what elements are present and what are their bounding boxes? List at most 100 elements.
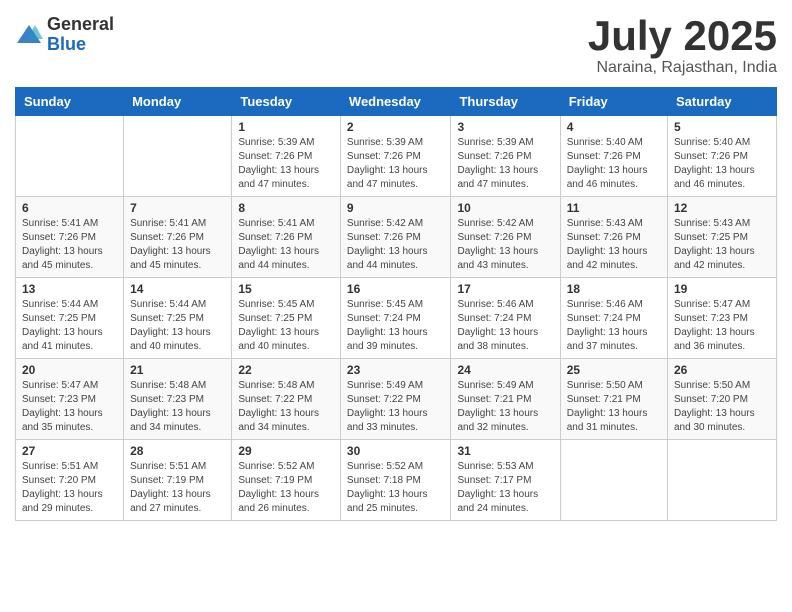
- day-info: Sunrise: 5:41 AMSunset: 7:26 PMDaylight:…: [238, 217, 334, 273]
- day-info: Sunrise: 5:52 AMSunset: 7:18 PMDaylight:…: [347, 460, 445, 516]
- day-number: 29: [238, 444, 334, 458]
- col-friday: Friday: [560, 88, 667, 116]
- day-info: Sunrise: 5:45 AMSunset: 7:25 PMDaylight:…: [238, 298, 334, 354]
- table-row: [124, 116, 232, 197]
- day-info: Sunrise: 5:42 AMSunset: 7:26 PMDaylight:…: [347, 217, 445, 273]
- day-number: 16: [347, 282, 445, 296]
- calendar-week-row: 27 Sunrise: 5:51 AMSunset: 7:20 PMDayligh…: [16, 440, 777, 521]
- table-row: 11 Sunrise: 5:43 AMSunset: 7:26 PMDayligh…: [560, 197, 667, 278]
- day-info: Sunrise: 5:50 AMSunset: 7:21 PMDaylight:…: [567, 379, 661, 435]
- calendar-week-row: 6 Sunrise: 5:41 AMSunset: 7:26 PMDaylight…: [16, 197, 777, 278]
- day-number: 6: [22, 201, 117, 215]
- day-info: Sunrise: 5:51 AMSunset: 7:20 PMDaylight:…: [22, 460, 117, 516]
- day-number: 17: [457, 282, 553, 296]
- month-title: July 2025: [588, 15, 777, 57]
- day-info: Sunrise: 5:53 AMSunset: 7:17 PMDaylight:…: [457, 460, 553, 516]
- day-info: Sunrise: 5:42 AMSunset: 7:26 PMDaylight:…: [457, 217, 553, 273]
- table-row: 2Sunrise: 5:39 AMSunset: 7:26 PMDaylight…: [340, 116, 451, 197]
- table-row: 27 Sunrise: 5:51 AMSunset: 7:20 PMDayligh…: [16, 440, 124, 521]
- day-info: Sunrise: 5:44 AMSunset: 7:25 PMDaylight:…: [22, 298, 117, 354]
- day-number: 11: [567, 201, 661, 215]
- day-number: 21: [130, 363, 225, 377]
- day-number: 14: [130, 282, 225, 296]
- table-row: 13 Sunrise: 5:44 AMSunset: 7:25 PMDayligh…: [16, 278, 124, 359]
- day-info: Sunrise: 5:44 AMSunset: 7:25 PMDaylight:…: [130, 298, 225, 354]
- logo: General Blue: [15, 15, 114, 55]
- table-row: 25 Sunrise: 5:50 AMSunset: 7:21 PMDayligh…: [560, 359, 667, 440]
- table-row: 14 Sunrise: 5:44 AMSunset: 7:25 PMDayligh…: [124, 278, 232, 359]
- day-info: Sunrise: 5:43 AMSunset: 7:25 PMDaylight:…: [674, 217, 770, 273]
- day-number: 1: [238, 120, 334, 134]
- table-row: 4Sunrise: 5:40 AMSunset: 7:26 PMDaylight…: [560, 116, 667, 197]
- table-row: 24Sunrise: 5:49 AMSunset: 7:21 PMDayligh…: [451, 359, 560, 440]
- day-number: 18: [567, 282, 661, 296]
- day-number: 25: [567, 363, 661, 377]
- table-row: 28Sunrise: 5:51 AMSunset: 7:19 PMDayligh…: [124, 440, 232, 521]
- title-block: July 2025 Naraina, Rajasthan, India: [588, 15, 777, 77]
- table-row: 8Sunrise: 5:41 AMSunset: 7:26 PMDaylight…: [232, 197, 341, 278]
- day-number: 31: [457, 444, 553, 458]
- calendar-week-row: 13 Sunrise: 5:44 AMSunset: 7:25 PMDayligh…: [16, 278, 777, 359]
- col-thursday: Thursday: [451, 88, 560, 116]
- day-number: 19: [674, 282, 770, 296]
- table-row: 16 Sunrise: 5:45 AMSunset: 7:24 PMDayligh…: [340, 278, 451, 359]
- day-info: Sunrise: 5:48 AMSunset: 7:23 PMDaylight:…: [130, 379, 225, 435]
- calendar-week-row: 1 Sunrise: 5:39 AMSunset: 7:26 PMDaylight…: [16, 116, 777, 197]
- day-number: 22: [238, 363, 334, 377]
- col-tuesday: Tuesday: [232, 88, 341, 116]
- day-number: 3: [457, 120, 553, 134]
- day-info: Sunrise: 5:50 AMSunset: 7:20 PMDaylight:…: [674, 379, 770, 435]
- day-info: Sunrise: 5:40 AMSunset: 7:26 PMDaylight:…: [674, 136, 770, 192]
- col-saturday: Saturday: [668, 88, 777, 116]
- table-row: [560, 440, 667, 521]
- col-sunday: Sunday: [16, 88, 124, 116]
- day-number: 23: [347, 363, 445, 377]
- day-number: 30: [347, 444, 445, 458]
- day-info: Sunrise: 5:39 AMSunset: 7:26 PMDaylight:…: [347, 136, 445, 192]
- table-row: 29 Sunrise: 5:52 AMSunset: 7:19 PMDayligh…: [232, 440, 341, 521]
- day-number: 13: [22, 282, 117, 296]
- day-number: 27: [22, 444, 117, 458]
- table-row: 17Sunrise: 5:46 AMSunset: 7:24 PMDayligh…: [451, 278, 560, 359]
- table-row: [668, 440, 777, 521]
- logo-blue: Blue: [47, 35, 114, 55]
- table-row: 26 Sunrise: 5:50 AMSunset: 7:20 PMDayligh…: [668, 359, 777, 440]
- table-row: 1Sunrise: 5:39 AMSunset: 7:26 PMDaylight…: [232, 116, 341, 197]
- day-number: 5: [674, 120, 770, 134]
- table-row: 10Sunrise: 5:42 AMSunset: 7:26 PMDayligh…: [451, 197, 560, 278]
- day-info: Sunrise: 5:41 AMSunset: 7:26 PMDaylight:…: [22, 217, 117, 273]
- day-info: Sunrise: 5:47 AMSunset: 7:23 PMDaylight:…: [674, 298, 770, 354]
- calendar-table: Sunday Monday Tuesday Wednesday Thursday…: [15, 87, 777, 521]
- day-info: Sunrise: 5:41 AMSunset: 7:26 PMDaylight:…: [130, 217, 225, 273]
- day-info: Sunrise: 5:52 AMSunset: 7:19 PMDaylight:…: [238, 460, 334, 516]
- day-info: Sunrise: 5:43 AMSunset: 7:26 PMDaylight:…: [567, 217, 661, 273]
- col-monday: Monday: [124, 88, 232, 116]
- day-number: 20: [22, 363, 117, 377]
- table-row: 19 Sunrise: 5:47 AMSunset: 7:23 PMDayligh…: [668, 278, 777, 359]
- day-info: Sunrise: 5:39 AMSunset: 7:26 PMDaylight:…: [457, 136, 553, 192]
- logo-general: General: [47, 15, 114, 35]
- table-row: 30 Sunrise: 5:52 AMSunset: 7:18 PMDayligh…: [340, 440, 451, 521]
- calendar-header-row: Sunday Monday Tuesday Wednesday Thursday…: [16, 88, 777, 116]
- day-number: 7: [130, 201, 225, 215]
- table-row: 18Sunrise: 5:46 AMSunset: 7:24 PMDayligh…: [560, 278, 667, 359]
- day-info: Sunrise: 5:45 AMSunset: 7:24 PMDaylight:…: [347, 298, 445, 354]
- table-row: 22Sunrise: 5:48 AMSunset: 7:22 PMDayligh…: [232, 359, 341, 440]
- day-number: 9: [347, 201, 445, 215]
- table-row: 21 Sunrise: 5:48 AMSunset: 7:23 PMDayligh…: [124, 359, 232, 440]
- day-info: Sunrise: 5:49 AMSunset: 7:22 PMDaylight:…: [347, 379, 445, 435]
- page-header: General Blue July 2025 Naraina, Rajastha…: [15, 15, 777, 77]
- day-number: 4: [567, 120, 661, 134]
- table-row: 5 Sunrise: 5:40 AMSunset: 7:26 PMDaylight…: [668, 116, 777, 197]
- day-number: 15: [238, 282, 334, 296]
- table-row: 9 Sunrise: 5:42 AMSunset: 7:26 PMDaylight…: [340, 197, 451, 278]
- location: Naraina, Rajasthan, India: [588, 59, 777, 77]
- day-number: 28: [130, 444, 225, 458]
- table-row: 12Sunrise: 5:43 AMSunset: 7:25 PMDayligh…: [668, 197, 777, 278]
- col-wednesday: Wednesday: [340, 88, 451, 116]
- logo-icon: [15, 21, 43, 49]
- table-row: 20Sunrise: 5:47 AMSunset: 7:23 PMDayligh…: [16, 359, 124, 440]
- table-row: 23 Sunrise: 5:49 AMSunset: 7:22 PMDayligh…: [340, 359, 451, 440]
- day-number: 26: [674, 363, 770, 377]
- table-row: 6 Sunrise: 5:41 AMSunset: 7:26 PMDaylight…: [16, 197, 124, 278]
